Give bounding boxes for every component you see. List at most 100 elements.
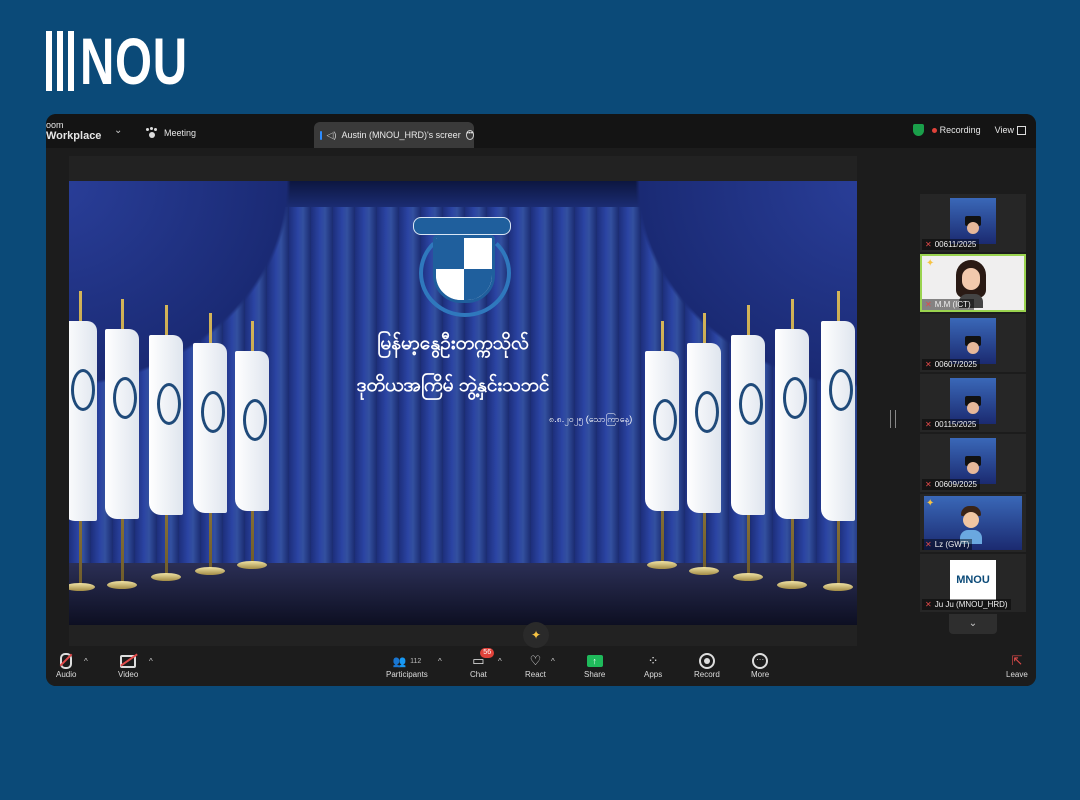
participant-video xyxy=(950,318,996,364)
participants-icon: 👥 xyxy=(392,655,407,668)
view-icon xyxy=(1017,126,1026,136)
leave-label: Leave xyxy=(1006,670,1028,679)
ceremony-title-line1: မြန်မာ့နွေဦးတက္ကသိုလ် xyxy=(377,333,529,354)
recording-area: Recording View xyxy=(912,124,1026,136)
chevron-down-icon: ⌄ xyxy=(968,618,978,629)
meeting-menu[interactable]: Meeting xyxy=(146,127,197,138)
ceremony-date: ၈.၈.၂၀၂၅ (သောကြာနေ့) xyxy=(549,414,633,424)
apps-label: Apps xyxy=(644,670,663,679)
participant-name: ✕ 00611/2025 xyxy=(922,239,980,250)
leave-icon: ⇱ xyxy=(1011,653,1023,668)
more-icon: ··· xyxy=(752,653,769,669)
zoom-meeting-window: oom Workplace ⌄ Meeting ◁) Austin (MNOU_… xyxy=(46,114,1036,686)
participant-tile[interactable]: ✦ ✕ M.M (ICT) xyxy=(920,254,1026,312)
participant-name: ✕ Ju Ju (MNOU_HRD) xyxy=(922,599,1011,610)
chat-button[interactable]: ▭ 56 Chat xyxy=(470,648,495,679)
view-label: View xyxy=(994,124,1014,135)
audio-button[interactable]: Audio xyxy=(56,652,76,679)
react-options-caret[interactable]: ^ xyxy=(551,657,555,666)
brand-logo: NOU xyxy=(46,24,230,98)
muted-mic-icon xyxy=(60,653,73,669)
recording-label: Recording xyxy=(939,125,981,135)
participants-label: Participants xyxy=(386,670,428,679)
chevron-down-icon[interactable]: ⌄ xyxy=(114,125,122,136)
ceremony-title-line2: ဒုတိယအကြိမ် ဘွဲ့နှင်းသဘင် xyxy=(356,375,550,396)
participant-avatar xyxy=(956,260,986,308)
record-label: Record xyxy=(694,670,720,679)
participant-tile[interactable]: ✕ 00611/2025 xyxy=(920,194,1026,252)
meeting-label: Meeting xyxy=(164,128,197,138)
participants-button[interactable]: 👥 112 Participants xyxy=(386,652,428,680)
chat-options-caret[interactable]: ^ xyxy=(498,657,502,666)
participant-tile[interactable]: ✕ 00607/2025 xyxy=(920,314,1026,372)
participant-name: ✕ Lz (GWT) xyxy=(922,539,973,550)
video-button[interactable]: Video xyxy=(118,652,138,679)
more-options-icon[interactable]: ••• xyxy=(465,130,474,140)
participant-name: ✕ 00607/2025 xyxy=(922,359,980,370)
participant-name: ✕ M.M (ICT) xyxy=(922,299,974,310)
participant-video xyxy=(950,198,996,244)
university-emblem xyxy=(413,217,511,317)
muted-mic-icon: ✕ xyxy=(925,360,932,369)
participant-tile[interactable]: MNOU ✕ Ju Ju (MNOU_HRD) xyxy=(920,554,1026,612)
apps-icon: ⁘ xyxy=(647,653,659,668)
participant-video xyxy=(950,438,996,484)
participants-options-caret[interactable]: ^ xyxy=(438,657,442,666)
recording-dot-icon xyxy=(931,128,937,133)
paw-icon xyxy=(146,127,158,138)
product-name-line1: oom xyxy=(46,120,64,130)
chat-unread-badge: 56 xyxy=(480,648,495,658)
record-button[interactable]: Record xyxy=(694,652,720,679)
react-label: React xyxy=(525,670,546,679)
apps-button[interactable]: ⁘ Apps xyxy=(644,652,662,679)
meeting-controls-toolbar: Audio ^ Video ^ 👥 112 Participants ^ ▭ 56 … xyxy=(46,648,1036,686)
audio-options-caret[interactable]: ^ xyxy=(84,657,88,666)
ceremony-stage-image: မြန်မာ့နွေဦးတက္ကသိုလ် ဒုတိယအကြိမ် ဘွဲ့နှ… xyxy=(69,181,857,625)
video-label: Video xyxy=(118,670,139,679)
participant-video xyxy=(950,378,996,424)
encryption-shield-icon[interactable] xyxy=(912,124,924,136)
speaker-icon: ◁) xyxy=(326,129,337,140)
mnou-logo-avatar: MNOU xyxy=(950,560,996,600)
muted-mic-icon: ✕ xyxy=(925,300,932,309)
window-title-bar: oom Workplace ⌄ Meeting ◁) Austin (MNOU_… xyxy=(46,114,1036,148)
screen-share-icon xyxy=(320,130,322,140)
muted-mic-icon: ✕ xyxy=(925,480,932,489)
react-button[interactable]: ♡ React xyxy=(525,652,546,679)
more-label: More xyxy=(751,670,770,679)
share-label: Share xyxy=(584,670,606,679)
video-options-caret[interactable]: ^ xyxy=(149,657,153,666)
brand-bars-mark xyxy=(46,31,74,91)
audio-label: Audio xyxy=(56,670,77,679)
video-off-icon xyxy=(120,654,137,668)
more-button[interactable]: ··· More xyxy=(751,652,769,679)
share-screen-icon: ↑ xyxy=(586,655,603,667)
participant-tile[interactable]: ✕ 00115/2025 xyxy=(920,374,1026,432)
view-button[interactable]: View xyxy=(994,124,1026,136)
mnou-logo-avatar-text: MNOU xyxy=(956,574,990,586)
shared-screen-tab[interactable]: ◁) Austin (MNOU_HRD)'s screer ••• xyxy=(314,122,474,148)
participant-gallery: ✕ 00611/2025 ✦ ✕ M.M (ICT) ✕ 00607/2025 ✕ 00… xyxy=(920,194,1026,634)
party-popper-reaction-icon[interactable]: ✦ xyxy=(523,622,549,648)
participant-name: ✕ 00609/2025 xyxy=(922,479,980,490)
chat-label: Chat xyxy=(470,670,487,679)
leave-button[interactable]: ⇱ Leave xyxy=(1006,652,1028,679)
shared-screen-tab-label: Austin (MNOU_HRD)'s screer xyxy=(341,130,461,140)
muted-mic-icon: ✕ xyxy=(925,600,932,609)
party-popper-icon: ✦ xyxy=(926,498,935,509)
panel-resize-handle[interactable] xyxy=(890,410,896,428)
product-name-line2: Workplace xyxy=(46,130,102,142)
recording-indicator[interactable]: Recording xyxy=(931,125,981,135)
muted-mic-icon: ✕ xyxy=(925,240,932,249)
muted-mic-icon: ✕ xyxy=(925,420,932,429)
shared-screen-area: မြန်မာ့နွေဦးတက္ကသိုလ် ဒုတိယအကြိမ် ဘွဲ့နှ… xyxy=(69,156,857,646)
muted-mic-icon: ✕ xyxy=(925,540,932,549)
participant-tile[interactable]: ✦ ✕ Lz (GWT) xyxy=(920,494,1026,552)
heart-icon: ♡ xyxy=(529,653,542,668)
gallery-scroll-down-button[interactable]: ⌄ xyxy=(949,614,997,634)
share-button[interactable]: ↑ Share xyxy=(584,652,605,679)
participant-tile[interactable]: ✕ 00609/2025 xyxy=(920,434,1026,492)
brand-logo-text: NOU xyxy=(80,24,188,98)
party-popper-icon: ✦ xyxy=(926,258,935,269)
participants-count: 112 xyxy=(410,657,422,665)
